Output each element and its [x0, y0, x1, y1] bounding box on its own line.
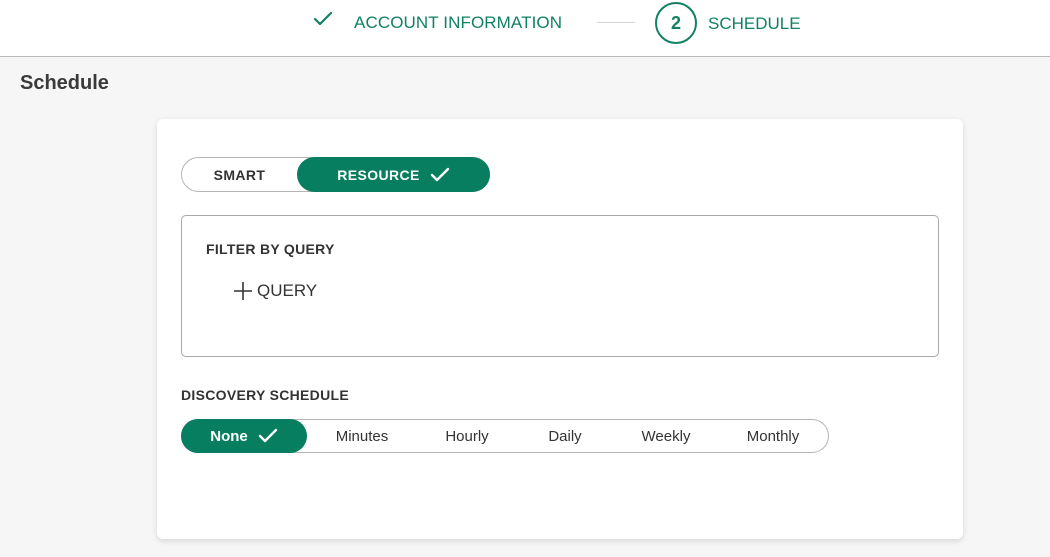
check-icon [258, 428, 277, 443]
filter-title: FILTER BY QUERY [206, 241, 335, 257]
filter-by-query-panel: FILTER BY QUERY QUERY [181, 215, 939, 357]
step-account-information[interactable]: ACCOUNT INFORMATION [354, 13, 562, 33]
toggle-smart-label: SMART [213, 166, 266, 183]
frequency-hourly-label: Hourly [445, 427, 489, 445]
stepper: ACCOUNT INFORMATION 2 SCHEDULE [0, 0, 1050, 57]
frequency-weekly-button[interactable]: Weekly [610, 420, 722, 452]
frequency-weekly-label: Weekly [641, 427, 691, 445]
check-icon [430, 167, 449, 181]
plus-icon [234, 282, 252, 300]
toggle-resource-button[interactable]: RESOURCE [297, 157, 490, 192]
add-query-button[interactable]: QUERY [233, 280, 317, 302]
frequency-hourly-button[interactable]: Hourly [414, 420, 520, 452]
step-number-badge: 2 [655, 2, 697, 44]
schedule-card: SMART RESOURCE FILTER BY QUERY QUERY DIS… [157, 119, 963, 539]
frequency-monthly-button[interactable]: Monthly [722, 420, 824, 452]
page-title: Schedule [20, 72, 109, 94]
frequency-none-label: None [210, 427, 248, 445]
frequency-none-button[interactable]: None [181, 419, 307, 453]
step-connector [597, 22, 635, 23]
frequency-minutes-label: Minutes [335, 427, 389, 445]
check-icon [313, 11, 333, 26]
toggle-resource-label: RESOURCE [337, 166, 420, 183]
discovery-frequency-selector: None Minutes Hourly Daily Weekly Monthly [181, 419, 829, 453]
frequency-monthly-label: Monthly [746, 427, 800, 445]
step-schedule[interactable]: SCHEDULE [708, 14, 801, 34]
add-query-label: QUERY [257, 281, 318, 300]
frequency-minutes-button[interactable]: Minutes [310, 420, 414, 452]
mode-toggle: SMART RESOURCE [181, 157, 490, 192]
frequency-daily-label: Daily [548, 427, 582, 445]
frequency-daily-button[interactable]: Daily [520, 420, 610, 452]
toggle-smart-button[interactable]: SMART [182, 158, 297, 191]
discovery-schedule-title: DISCOVERY SCHEDULE [181, 387, 349, 403]
